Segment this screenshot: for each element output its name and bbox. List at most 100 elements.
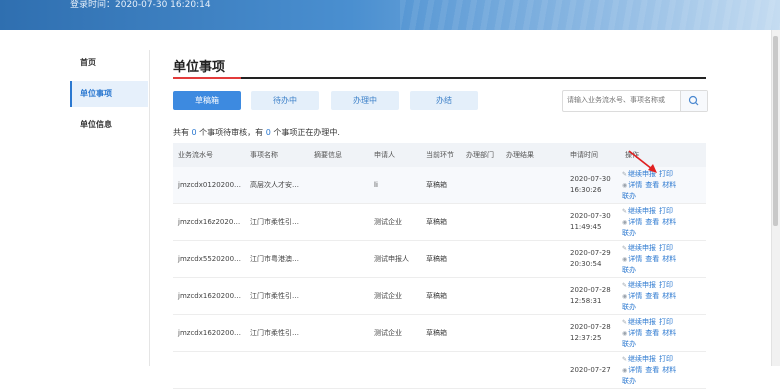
print-link[interactable]: 打印	[659, 355, 673, 363]
continue-apply-link[interactable]: 继续申报	[628, 244, 656, 252]
col-applicant: 申请人	[369, 143, 421, 167]
detail-link[interactable]: 详情	[628, 292, 642, 300]
cell-dept	[461, 351, 501, 389]
sidebar-item-unit-info[interactable]: 单位信息	[70, 112, 148, 138]
search-box	[562, 90, 708, 112]
joint-handle-link[interactable]: 联办	[622, 229, 636, 237]
cell-time: 2020-07-30 16:30:26	[565, 167, 620, 204]
apply-clock: 16:30:26	[570, 186, 602, 194]
col-dept: 办理部门	[461, 143, 501, 167]
edit-icon: ✎	[622, 208, 628, 215]
apply-date: 2020-07-30	[570, 175, 611, 183]
table-row: jmzcdx16z2020… 江门市柔性引… 测试企业 草稿箱 2020-07-30 11…	[173, 203, 706, 241]
eye-icon: ◉	[622, 219, 628, 226]
edit-icon: ✎	[622, 356, 628, 363]
material-link[interactable]: 材料	[662, 181, 676, 189]
detail-link[interactable]: 详情	[628, 255, 642, 263]
cell-result	[501, 314, 565, 352]
cell-result	[501, 240, 565, 278]
cell-applicant: 测试申报人	[369, 240, 421, 278]
view-link[interactable]: 查看	[645, 255, 659, 263]
apply-clock: 11:49:45	[570, 223, 602, 231]
affairs-table: 业务流水号 事项名称 摘要信息 申请人 当前环节 办理部门 办理结果 申请时间 …	[173, 143, 706, 389]
sidebar-item-unit-affairs[interactable]: 单位事项	[70, 81, 148, 107]
cell-name: 江门市柔性引…	[245, 203, 309, 241]
continue-apply-link[interactable]: 继续申报	[628, 281, 656, 289]
cell-dept	[461, 240, 501, 278]
cell-dept	[461, 314, 501, 352]
detail-link[interactable]: 详情	[628, 218, 642, 226]
view-link[interactable]: 查看	[645, 329, 659, 337]
banner-decoration	[400, 0, 780, 30]
cell-actions: ✎继续申报 打印 ◉详情 查看 材料 联办	[620, 314, 706, 352]
cell-dept	[461, 203, 501, 241]
view-link[interactable]: 查看	[645, 218, 659, 226]
continue-apply-link[interactable]: 继续申报	[628, 318, 656, 326]
joint-handle-link[interactable]: 联办	[622, 192, 636, 200]
search-button[interactable]	[680, 91, 707, 111]
col-result: 办理结果	[501, 143, 565, 167]
print-link[interactable]: 打印	[659, 281, 673, 289]
cell-name: 江门市柔性引…	[245, 314, 309, 352]
continue-apply-link[interactable]: 继续申报	[628, 207, 656, 215]
joint-handle-link[interactable]: 联办	[622, 340, 636, 348]
cell-serial: jmzcdx5520200…	[173, 240, 245, 278]
cell-summary	[309, 167, 369, 204]
col-serial: 业务流水号	[173, 143, 245, 167]
eye-icon: ◉	[622, 182, 628, 189]
cell-serial	[173, 351, 245, 389]
page-title: 单位事项	[173, 60, 226, 75]
detail-link[interactable]: 详情	[628, 329, 642, 337]
eye-icon: ◉	[622, 330, 628, 337]
joint-handle-link[interactable]: 联办	[622, 377, 636, 385]
tab-pending[interactable]: 待办中	[251, 91, 319, 110]
material-link[interactable]: 材料	[662, 366, 676, 374]
eye-icon: ◉	[622, 293, 628, 300]
print-link[interactable]: 打印	[659, 318, 673, 326]
detail-link[interactable]: 详情	[628, 181, 642, 189]
continue-apply-link[interactable]: 继续申报	[628, 355, 656, 363]
apply-date: 2020-07-29	[570, 249, 611, 257]
cell-actions: ✎继续申报 打印 ◉详情 查看 材料 联办	[620, 240, 706, 278]
apply-date: 2020-07-27	[570, 365, 611, 374]
cell-applicant: 测试企业	[369, 277, 421, 315]
table-row: jmzcdx5520200… 江门市粤港澳… 测试申报人 草稿箱 2020-07-29 2…	[173, 240, 706, 278]
apply-clock: 12:37:25	[570, 334, 602, 342]
sidebar-item-home[interactable]: 首页	[70, 50, 148, 76]
print-link[interactable]: 打印	[659, 244, 673, 252]
col-name: 事项名称	[245, 143, 309, 167]
search-input[interactable]	[567, 93, 675, 107]
view-link[interactable]: 查看	[645, 292, 659, 300]
cell-result	[501, 277, 565, 315]
cell-name: 江门市柔性引…	[245, 277, 309, 315]
joint-handle-link[interactable]: 联办	[622, 303, 636, 311]
joint-handle-link[interactable]: 联办	[622, 266, 636, 274]
cell-stage	[421, 351, 461, 389]
material-link[interactable]: 材料	[662, 255, 676, 263]
cell-serial: jmzcdx1620200…	[173, 277, 245, 315]
cell-summary	[309, 277, 369, 315]
col-stage: 当前环节	[421, 143, 461, 167]
scrollbar-thumb[interactable]	[773, 36, 778, 226]
cell-time: 2020-07-28 12:58:31	[565, 277, 620, 315]
apply-clock: 20:30:54	[570, 260, 602, 268]
tab-drafts[interactable]: 草稿箱	[173, 91, 241, 110]
vertical-scrollbar[interactable]	[771, 30, 780, 366]
material-link[interactable]: 材料	[662, 292, 676, 300]
cell-time: 2020-07-30 11:49:45	[565, 203, 620, 241]
material-link[interactable]: 材料	[662, 329, 676, 337]
cell-result	[501, 351, 565, 389]
sidebar-divider	[149, 50, 150, 366]
tab-processing[interactable]: 办理中	[331, 91, 399, 110]
cell-serial: jmzcdx16z2020…	[173, 203, 245, 241]
cell-applicant	[369, 351, 421, 389]
view-link[interactable]: 查看	[645, 181, 659, 189]
eye-icon: ◉	[622, 367, 628, 374]
detail-link[interactable]: 详情	[628, 366, 642, 374]
title-underline	[173, 77, 706, 79]
cell-summary	[309, 203, 369, 241]
tab-completed[interactable]: 办结	[410, 91, 478, 110]
view-link[interactable]: 查看	[645, 366, 659, 374]
print-link[interactable]: 打印	[659, 207, 673, 215]
material-link[interactable]: 材料	[662, 218, 676, 226]
